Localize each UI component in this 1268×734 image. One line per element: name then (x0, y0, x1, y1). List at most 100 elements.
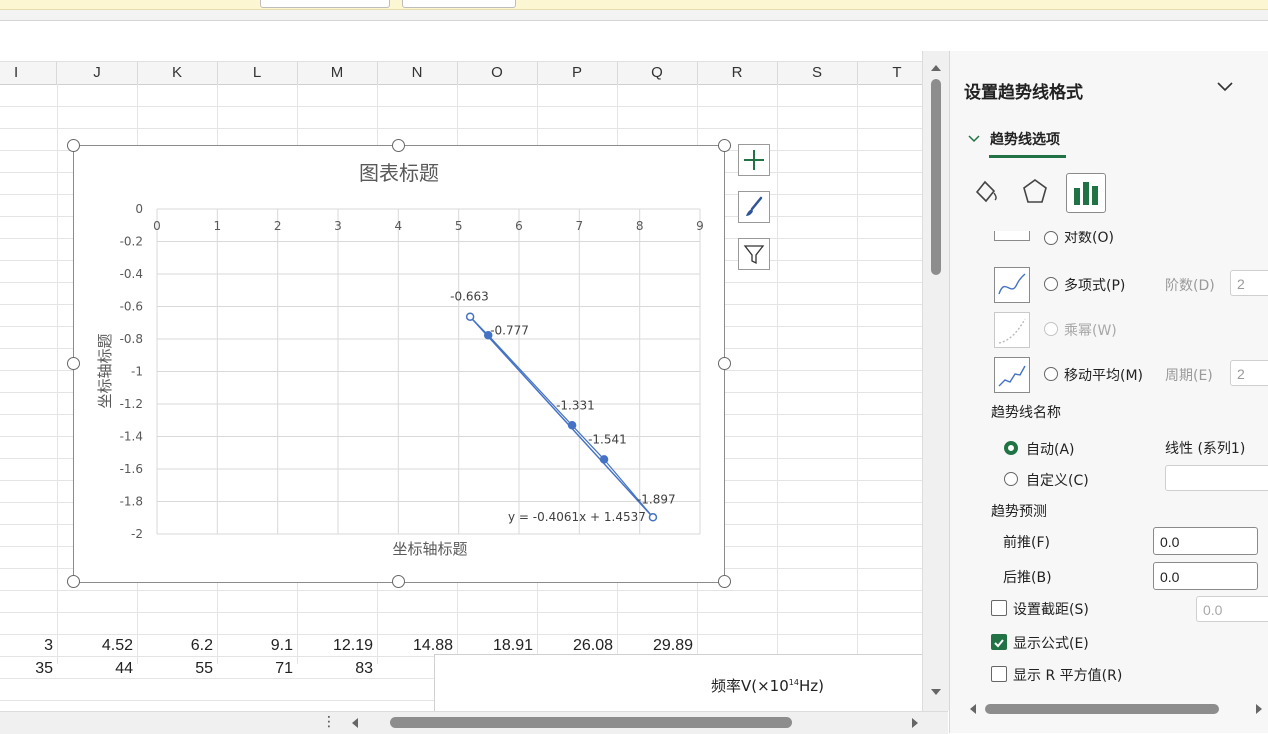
column-header-o[interactable]: O (457, 62, 538, 84)
x-tick-label: 0 (153, 219, 161, 233)
resize-handle-bl[interactable] (67, 575, 80, 588)
radio-moving-average[interactable] (1044, 367, 1058, 381)
show-equation-label[interactable]: 显示公式(E) (1013, 633, 1089, 653)
collapse-chevron-icon[interactable] (968, 134, 980, 144)
option-power-label[interactable]: 乘幂(W) (1064, 320, 1117, 340)
column-header-i[interactable]: I (0, 62, 57, 84)
trendline-equation[interactable]: y = -0.4061x + 1.4537 (508, 510, 646, 524)
fill-line-tab[interactable] (970, 176, 1000, 206)
option-moving-average-label[interactable]: 移动平均(M) (1064, 365, 1143, 385)
custom-name-label[interactable]: 自定义(C) (1026, 470, 1089, 490)
show-equation-checkbox[interactable] (991, 634, 1007, 650)
intercept-input[interactable]: 0.0 (1196, 596, 1268, 622)
column-header-m[interactable]: M (297, 62, 378, 84)
trendline-options-tab[interactable] (1066, 173, 1106, 213)
order-input[interactable]: 2 (1230, 270, 1268, 296)
formula-bar[interactable] (0, 21, 1268, 52)
message-bar-button-2[interactable] (402, 0, 516, 8)
cell-m-row-b[interactable]: 83 (297, 658, 373, 680)
cell-j-row-b[interactable]: 44 (57, 658, 133, 680)
worksheet-grid[interactable]: I J K L M N O P Q R S T 3 4.52 6.2 9.1 1… (0, 51, 922, 711)
column-header-s[interactable]: S (777, 62, 858, 84)
backward-input[interactable]: 0.0 (1153, 562, 1258, 590)
cell-l-row-a[interactable]: 9.1 (217, 635, 293, 657)
scroll-right-icon[interactable] (910, 717, 920, 729)
column-header-p[interactable]: P (537, 62, 618, 84)
intercept-checkbox[interactable] (991, 600, 1007, 616)
scroll-down-icon[interactable] (930, 687, 942, 697)
show-r2-label[interactable]: 显示 R 平方值(R) (1013, 665, 1122, 685)
intercept-label[interactable]: 设置截距(S) (1013, 599, 1089, 619)
message-bar-button-1[interactable] (260, 0, 390, 8)
chart-area[interactable]: 0 1 2 3 4 5 6 7 8 9 0 -0.2 -0.4 -0.6 -0.8 -1 -1.2 -1.4 -1.… (73, 145, 725, 583)
more-options-icon[interactable]: ⋮ (322, 714, 336, 730)
column-header-t[interactable]: T (857, 62, 922, 84)
cell-m-row-a[interactable]: 12.19 (297, 635, 373, 657)
resize-handle-r[interactable] (718, 357, 731, 370)
cell-k-row-b[interactable]: 55 (137, 658, 213, 680)
radio-power[interactable] (1044, 322, 1058, 336)
column-header-n[interactable]: N (377, 62, 458, 84)
radio-custom-name[interactable] (1004, 472, 1018, 486)
vertical-scrollbar[interactable] (922, 51, 949, 711)
column-header-r[interactable]: R (697, 62, 778, 84)
auto-name-label[interactable]: 自动(A) (1026, 439, 1075, 459)
x-axis-title[interactable]: 坐标轴标题 (392, 540, 467, 558)
show-r2-checkbox[interactable] (991, 666, 1007, 682)
resize-handle-t[interactable] (392, 139, 405, 152)
pane-horizontal-scroll-thumb[interactable] (985, 704, 1219, 714)
auto-name-value: 线性 (系列1) (1165, 441, 1246, 457)
effects-tab[interactable] (1020, 176, 1050, 206)
data-point (465, 312, 475, 321)
y-tick-label: 0 (135, 202, 143, 216)
cell-k-row-a[interactable]: 6.2 (137, 635, 213, 657)
forward-input[interactable]: 0.0 (1153, 527, 1258, 555)
period-input[interactable]: 2 (1230, 360, 1268, 386)
option-polynomial-label[interactable]: 多项式(P) (1064, 275, 1125, 295)
scatter-chart[interactable]: 0 1 2 3 4 5 6 7 8 9 0 -0.2 -0.4 -0.6 -0.8 -1 -1.2 -1.4 -1.… (74, 146, 724, 582)
column-header-q[interactable]: Q (617, 62, 698, 84)
trendline-type-list[interactable]: 对数(O) 多项式(P) 阶数(D) 2 乘幂(W) 移动平均(M) 周期(E)… (964, 231, 1268, 395)
data-label: -1.897 (637, 492, 676, 506)
chart-elements-button[interactable] (738, 144, 770, 176)
paintbrush-icon (746, 196, 763, 216)
vertical-scroll-thumb[interactable] (931, 79, 941, 275)
pane-scroll-right-icon[interactable] (1254, 703, 1264, 715)
filter-icon (743, 245, 765, 265)
cell-i-row-b[interactable]: 35 (0, 658, 53, 680)
power-trendline-icon (994, 312, 1030, 348)
resize-handle-tl[interactable] (67, 139, 80, 152)
cell-i-row-a[interactable]: 3 (0, 635, 53, 657)
chart-styles-button[interactable] (738, 191, 770, 223)
chevron-down-icon[interactable] (1216, 81, 1234, 93)
scroll-left-icon[interactable] (350, 717, 360, 729)
data-label: -0.663 (450, 290, 489, 304)
option-log-label[interactable]: 对数(O) (1064, 231, 1114, 247)
merged-cell[interactable]: 频率V(×1014Hz) (434, 654, 922, 711)
resize-handle-b[interactable] (392, 575, 405, 588)
pane-scroll-left-icon[interactable] (968, 703, 978, 715)
resize-handle-tr[interactable] (718, 139, 731, 152)
cell-j-row-a[interactable]: 4.52 (57, 635, 133, 657)
resize-handle-br[interactable] (718, 575, 731, 588)
column-header-k[interactable]: K (137, 62, 218, 84)
cell-l-row-b[interactable]: 71 (217, 658, 293, 680)
format-trendline-pane[interactable]: 设置趋势线格式 趋势线选项 对数(O) 多项式(P) 阶数(D) 2 乘幂(W) (949, 51, 1268, 733)
column-header-j[interactable]: J (57, 62, 138, 84)
y-tick-label: -0.6 (120, 300, 143, 314)
chart-filters-button[interactable] (738, 238, 770, 270)
horizontal-scrollbar[interactable]: ⋮ (0, 711, 948, 734)
scroll-up-icon[interactable] (930, 63, 942, 73)
custom-name-input[interactable] (1165, 465, 1268, 491)
radio-polynomial[interactable] (1044, 277, 1058, 291)
message-bar (0, 0, 1268, 10)
y-axis-title[interactable]: 坐标轴标题 (96, 333, 114, 408)
radio-auto-name[interactable] (1004, 441, 1018, 455)
resize-handle-l[interactable] (67, 357, 80, 370)
column-header-l[interactable]: L (217, 62, 298, 84)
data-point (648, 513, 658, 522)
tab-trendline-options[interactable]: 趋势线选项 (990, 129, 1060, 149)
horizontal-scroll-thumb[interactable] (390, 717, 792, 728)
radio-log[interactable] (1044, 231, 1058, 245)
chart-title[interactable]: 图表标题 (359, 161, 439, 185)
